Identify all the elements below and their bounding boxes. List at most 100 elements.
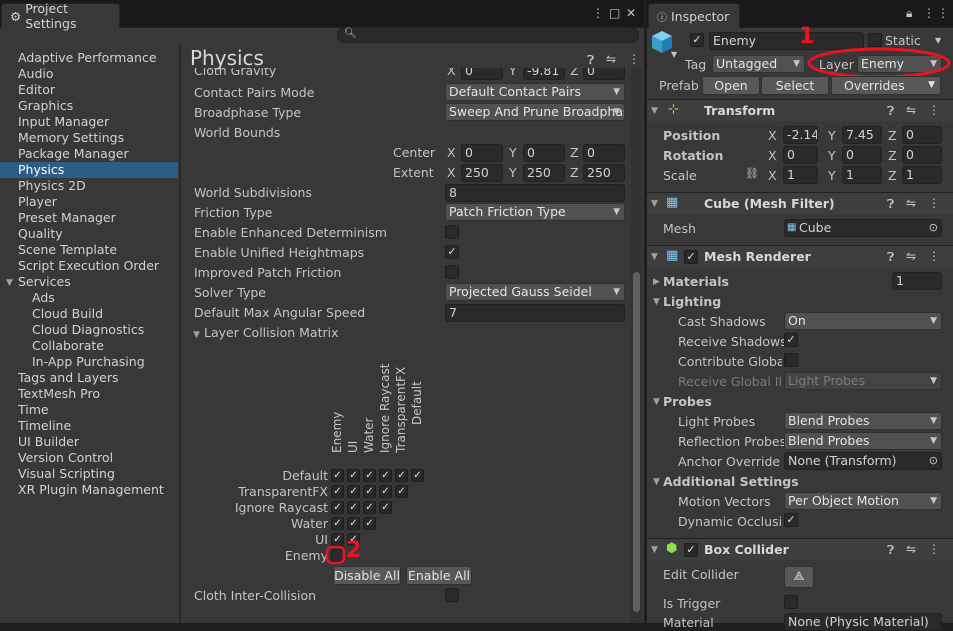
kebab-menu-icon[interactable]: ⋮ xyxy=(928,196,940,210)
maximize-icon[interactable]: □ xyxy=(609,6,620,20)
box-collider-header[interactable]: ▼ ⬢ ✓ Box Collider ❓︎ ⇋ ⋮ xyxy=(647,538,953,560)
kebab-menu-icon[interactable]: ⋮ xyxy=(928,249,940,263)
rotation-z[interactable]: 0 xyxy=(902,146,942,164)
foldout-arrow-icon[interactable]: ▼ xyxy=(653,397,660,407)
lock-icon[interactable]: 🔒︎ xyxy=(906,6,912,21)
world-subdivisions-field[interactable]: 8 xyxy=(445,184,625,202)
contribute-gi-checkbox[interactable] xyxy=(784,353,798,367)
extent-x[interactable]: 250 xyxy=(461,164,503,182)
active-checkbox[interactable]: ✓ xyxy=(690,33,704,47)
link-icon[interactable]: ⛓ xyxy=(745,167,759,180)
enhanced-determinism-checkbox[interactable] xyxy=(445,225,459,239)
center-y[interactable]: 0 xyxy=(523,144,565,162)
close-icon[interactable]: ✕ xyxy=(626,6,636,20)
max-angular-speed-field[interactable]: 7 xyxy=(445,304,625,322)
matrix-toggle[interactable]: ✓ xyxy=(347,469,360,482)
chevron-down-icon[interactable]: ▼ xyxy=(671,50,677,59)
help-icon[interactable]: ❓︎ xyxy=(587,53,594,68)
mesh-renderer-header[interactable]: ▼ ▦ ✓ Mesh Renderer ❓︎ ⇋ ⋮ xyxy=(647,245,953,267)
extent-z[interactable]: 250 xyxy=(583,164,625,182)
preset-icon[interactable]: ⇋ xyxy=(906,249,916,263)
matrix-toggle[interactable]: ✓ xyxy=(379,501,392,514)
center-z[interactable]: 0 xyxy=(583,144,625,162)
help-icon[interactable]: ❓︎ xyxy=(887,543,894,558)
matrix-toggle[interactable]: ✓ xyxy=(411,469,424,482)
mesh-object-field[interactable]: ▦ Cube ⊙ xyxy=(784,219,942,237)
unified-heightmaps-checkbox[interactable]: ✓ xyxy=(445,245,459,259)
preset-icon[interactable]: ⇋ xyxy=(906,103,916,117)
static-checkbox[interactable] xyxy=(868,33,882,47)
scale-x[interactable]: 1 xyxy=(783,166,818,184)
tab-inspector[interactable]: ⓘ Inspector xyxy=(648,3,740,28)
disable-all-button[interactable]: Disable All xyxy=(333,566,401,585)
kebab-menu-icon[interactable]: ⋮ xyxy=(928,103,940,117)
sidebar-item-script-execution-order[interactable]: Script Execution Order xyxy=(18,258,159,273)
tag-dropdown[interactable]: Untagged ▼ xyxy=(712,55,805,73)
tab-project-settings[interactable]: ⚙ Project Settings xyxy=(1,1,120,31)
scale-y[interactable]: 1 xyxy=(842,166,882,184)
extent-y[interactable]: 250 xyxy=(523,164,565,182)
material-field[interactable]: None (Physic Material) xyxy=(784,613,942,631)
cloth-gravity-x[interactable]: 0 xyxy=(461,68,503,80)
sidebar-item-time[interactable]: Time xyxy=(18,402,49,417)
sidebar-item-cloud-diagnostics[interactable]: Cloud Diagnostics xyxy=(32,322,144,337)
sidebar-item-editor[interactable]: Editor xyxy=(18,82,55,97)
light-probes-dropdown[interactable]: Blend Probes ▼ xyxy=(784,412,942,430)
sidebar-item-player[interactable]: Player xyxy=(18,194,57,209)
motion-vectors-dropdown[interactable]: Per Object Motion ▼ xyxy=(784,492,942,510)
matrix-toggle[interactable]: ✓ xyxy=(331,485,344,498)
kebab-menu-icon[interactable]: ⋮ xyxy=(628,52,640,66)
kebab-menu-icon[interactable]: ⋮ xyxy=(592,6,604,20)
foldout-arrow-icon[interactable]: ▼ xyxy=(651,545,658,555)
contact-pairs-mode-dropdown[interactable]: Default Contact Pairs ▼ xyxy=(445,83,625,101)
sidebar-item-textmesh-pro[interactable]: TextMesh Pro xyxy=(18,386,100,401)
rotation-y[interactable]: 0 xyxy=(842,146,882,164)
scrollbar[interactable] xyxy=(631,68,642,623)
matrix-toggle[interactable]: ✓ xyxy=(347,485,360,498)
center-x[interactable]: 0 xyxy=(461,144,503,162)
sidebar-item-package-manager[interactable]: Package Manager xyxy=(18,146,129,161)
sidebar-item-input-manager[interactable]: Input Manager xyxy=(18,114,109,129)
cloth-gravity-z[interactable]: 0 xyxy=(583,68,625,80)
chevron-down-icon[interactable]: ▼ xyxy=(935,36,941,45)
is-trigger-checkbox[interactable] xyxy=(784,595,798,609)
mesh-filter-header[interactable]: ▼ ▦ Cube (Mesh Filter) ❓︎ ⇋ ⋮ xyxy=(647,192,953,214)
friction-type-dropdown[interactable]: Patch Friction Type ▼ xyxy=(445,203,625,221)
matrix-toggle[interactable]: ✓ xyxy=(395,469,408,482)
prefab-select-button[interactable]: Select xyxy=(761,76,829,95)
transform-header[interactable]: ▼ ⊹ Transform ❓︎ ⇋ ⋮ xyxy=(647,99,953,121)
foldout-arrow-icon[interactable]: ▶ xyxy=(653,277,660,287)
sidebar-item-memory-settings[interactable]: Memory Settings xyxy=(18,130,124,145)
sidebar-item-tags-and-layers[interactable]: Tags and Layers xyxy=(18,370,119,385)
matrix-toggle[interactable]: ✓ xyxy=(331,469,344,482)
scrollbar-thumb[interactable] xyxy=(633,272,640,612)
matrix-toggle[interactable]: ✓ xyxy=(379,469,392,482)
cloth-gravity-y[interactable]: -9.81 xyxy=(523,68,565,80)
receive-shadows-checkbox[interactable]: ✓ xyxy=(784,333,798,347)
position-y[interactable]: 7.45 xyxy=(842,126,882,144)
sidebar-item-cloud-build[interactable]: Cloud Build xyxy=(32,306,103,321)
preset-icon[interactable]: ⇋ xyxy=(906,542,916,556)
sidebar-item-collaborate[interactable]: Collaborate xyxy=(32,338,104,353)
object-picker-icon[interactable]: ⊙ xyxy=(929,220,938,236)
kebab-menu-icon[interactable]: ⋮ xyxy=(923,6,935,20)
help-icon[interactable]: ❓︎ xyxy=(887,197,894,212)
search-input[interactable]: 🔍︎ xyxy=(337,27,639,43)
mesh-renderer-enabled-checkbox[interactable]: ✓ xyxy=(684,250,698,264)
scale-z[interactable]: 1 xyxy=(902,166,942,184)
kebab-menu-icon[interactable]: ⋮ xyxy=(937,6,949,20)
matrix-toggle[interactable]: ✓ xyxy=(347,501,360,514)
edit-collider-button[interactable]: ⟁ xyxy=(784,566,814,588)
matrix-toggle[interactable]: ✓ xyxy=(379,485,392,498)
rotation-x[interactable]: 0 xyxy=(783,146,818,164)
expand-arrow-icon[interactable]: ▼ xyxy=(6,278,13,288)
box-collider-enabled-checkbox[interactable]: ✓ xyxy=(684,543,698,557)
sidebar-item-in-app-purchasing[interactable]: In-App Purchasing xyxy=(32,354,145,369)
foldout-arrow-icon[interactable]: ▼ xyxy=(651,252,658,262)
sidebar-item-ui-builder[interactable]: UI Builder xyxy=(18,434,79,449)
foldout-arrow-icon[interactable]: ▼ xyxy=(653,477,660,487)
matrix-toggle[interactable]: ✓ xyxy=(363,469,376,482)
sidebar-item-audio[interactable]: Audio xyxy=(18,66,54,81)
sidebar-item-preset-manager[interactable]: Preset Manager xyxy=(18,210,116,225)
position-x[interactable]: -2.14 xyxy=(783,126,818,144)
